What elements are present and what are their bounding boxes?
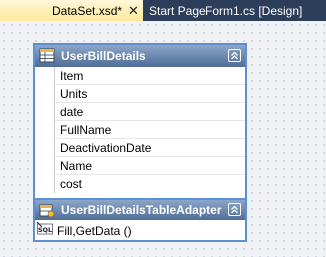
column-units[interactable]: Units: [54, 85, 245, 103]
datatable-userbilldetails[interactable]: UserBillDetails Item Units date FullName…: [33, 43, 247, 200]
collapse-chevron-icon[interactable]: [228, 49, 241, 62]
column-deactivationdate[interactable]: DeactivationDate: [54, 139, 245, 157]
close-icon[interactable]: ✕: [128, 3, 139, 18]
tableadapter-title: UserBillDetailsTableAdapter: [61, 203, 222, 217]
query-method-label: Fill,GetData (): [57, 224, 132, 238]
datatable-title: UserBillDetails: [61, 49, 146, 63]
tab-label: Start Page: [149, 3, 206, 18]
tab-dataset-xsd[interactable]: DataSet.xsd* ✕: [0, 0, 143, 21]
collapse-chevron-icon[interactable]: [228, 203, 241, 216]
column-cost[interactable]: cost: [54, 175, 245, 193]
table-icon: [39, 48, 55, 63]
svg-text:SQL: SQL: [38, 226, 52, 234]
document-tab-strip: DataSet.xsd* ✕ Start Page Form1.cs [Desi…: [0, 0, 326, 21]
column-list: Item Units date FullName DeactivationDat…: [35, 67, 245, 193]
tab-label: Form1.cs [Design]: [205, 3, 303, 18]
column-name[interactable]: Name: [54, 157, 245, 175]
column-date[interactable]: date: [54, 103, 245, 121]
table-adapter-icon: [39, 204, 55, 218]
tableadapter-header[interactable]: UserBillDetailsTableAdapter: [35, 200, 245, 220]
tab-form1-design[interactable]: Form1.cs [Design]: [205, 0, 302, 21]
tab-label: DataSet.xsd*: [52, 3, 123, 18]
column-item[interactable]: Item: [54, 67, 245, 85]
tab-start-page[interactable]: Start Page: [149, 0, 206, 21]
tableadapter-userbilldetails[interactable]: UserBillDetailsTableAdapter SQL Fill,Get…: [33, 198, 247, 242]
column-fullname[interactable]: FullName: [54, 121, 245, 139]
sql-icon: SQL: [37, 222, 53, 235]
query-row-fill-getdata[interactable]: SQL Fill,GetData (): [35, 220, 245, 240]
datatable-header[interactable]: UserBillDetails: [35, 45, 245, 67]
